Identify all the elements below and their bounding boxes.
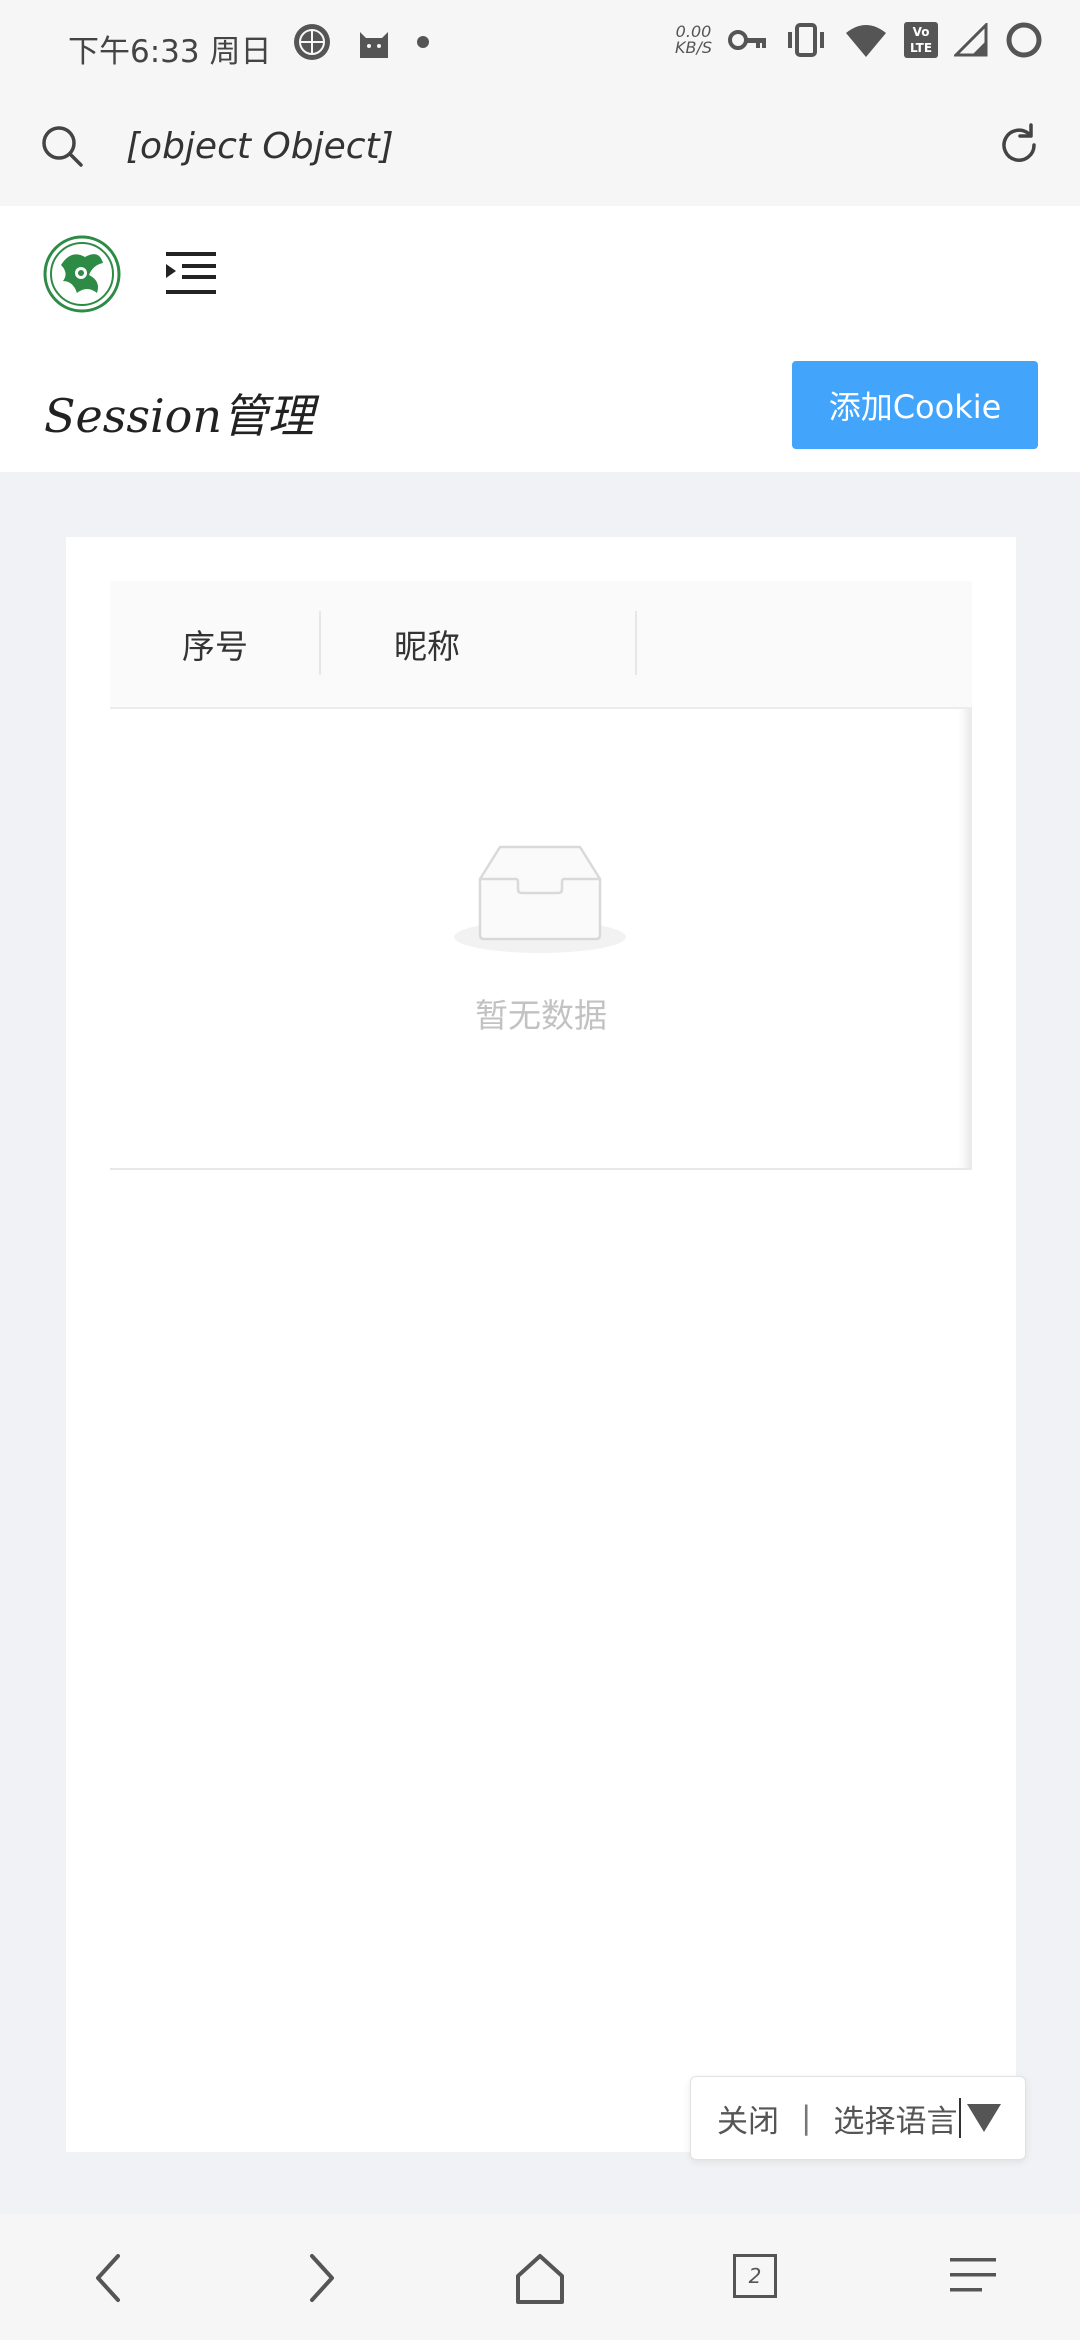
session-table: 序号 昵称 暂无数据 [110, 581, 972, 1170]
column-header-index[interactable]: 序号 [110, 581, 320, 707]
wifi-icon [846, 25, 886, 57]
volte-top-text: Vo [912, 25, 930, 39]
status-right-icons: 0.00 KB/S Vo LTE [675, 20, 1044, 60]
table-header: 序号 昵称 [110, 581, 972, 709]
home-icon[interactable] [514, 2252, 566, 2304]
cell-signal-icon [954, 23, 988, 57]
page-title: Session管理 [44, 389, 314, 443]
empty-state-text: 暂无数据 [475, 996, 607, 1035]
volte-bottom-text: LTE [909, 41, 933, 55]
reload-icon[interactable] [996, 122, 1042, 168]
add-cookie-button[interactable]: 添加Cookie [792, 361, 1038, 449]
forward-arrow-icon[interactable] [304, 2252, 340, 2304]
cat-app-icon [360, 32, 388, 58]
language-popup: 关闭 | 选择语言 [690, 2076, 1026, 2160]
text-cursor [959, 2098, 962, 2138]
language-close-button[interactable]: 关闭 [717, 2096, 779, 2141]
vpn-key-icon [728, 30, 766, 50]
net-speed: 0.00 KB/S [675, 24, 712, 56]
browser-url-bar: [object Object] [0, 90, 1080, 206]
caret-down-icon [967, 2104, 1002, 2132]
page-title-bar: Session管理 添加Cookie [0, 340, 1080, 472]
empty-inbox-icon [454, 845, 626, 953]
volte-icon: Vo LTE [904, 22, 938, 58]
column-header-nickname[interactable]: 昵称 [321, 581, 533, 707]
app-header [0, 206, 1080, 340]
search-icon[interactable] [40, 124, 84, 168]
status-bar: 下午6:33 周日 0.00 KB/S Vo LTE [0, 0, 1080, 90]
menu-toggle-icon[interactable] [166, 250, 218, 296]
hamburger-menu-icon[interactable] [950, 2252, 996, 2298]
back-arrow-icon[interactable] [90, 2252, 126, 2304]
net-speed-unit: KB/S [674, 38, 712, 57]
status-left-icons [292, 22, 430, 62]
status-time: 下午6:33 周日 [68, 34, 272, 70]
content-card: 序号 昵称 暂无数据 [66, 537, 1016, 2152]
dragon-logo-icon[interactable] [43, 235, 121, 313]
url-input[interactable]: [object Object] [126, 126, 394, 167]
language-select-label: 选择语言 [833, 2103, 958, 2140]
tabs-icon[interactable]: 2 [733, 2254, 777, 2298]
column-divider [635, 611, 637, 675]
battery-ring-icon [1006, 22, 1042, 58]
browser-bottom-nav: 2 [0, 2214, 1080, 2340]
language-separator: | [801, 2100, 812, 2136]
language-select[interactable]: 选择语言 [833, 2096, 1002, 2141]
notification-dot-icon [417, 36, 429, 48]
lemon-app-icon [294, 24, 330, 60]
vibrate-icon [788, 23, 824, 57]
